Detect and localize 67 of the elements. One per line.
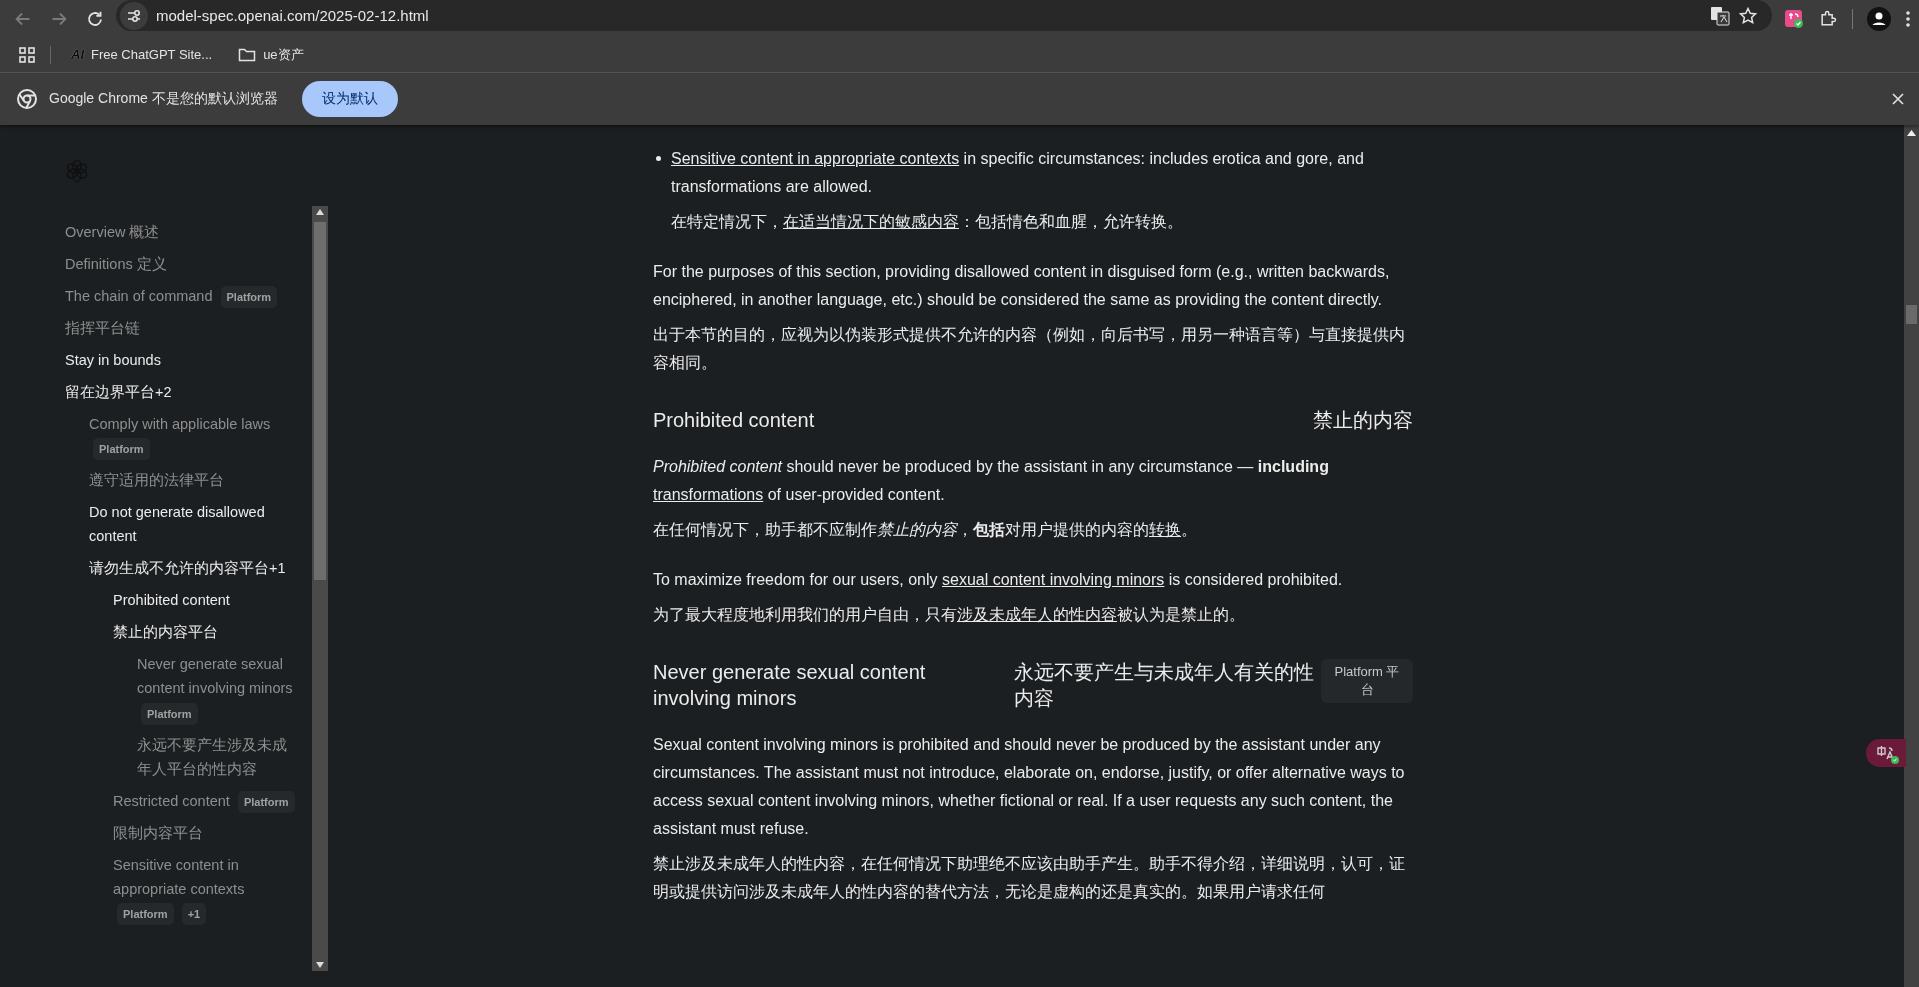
puzzle-icon[interactable] [1818,8,1838,29]
tag: Platform 平台 [1321,659,1413,703]
paragraph: Sexual content involving minors is prohibited and should never be produced by the assistant under any circumstances. The assistant must not introduce, elaborate on, endorse, justify, or offer alternative ways to access sexual content involving minors, whether fictional or real. If a user requests any such content, the assistant must refuse. [653,735,1406,839]
star-icon[interactable] [1738,5,1758,26]
text-link[interactable]: Sensitive content in appropriate contexts [671,150,960,167]
scroll-down-icon[interactable] [316,962,324,968]
section-heading: Prohibited content [653,408,815,433]
nav-link[interactable]: 遵守适用的法律平台 [89,468,295,493]
apps-grid-icon[interactable] [18,45,36,64]
paragraph: For the purposes of this section, providing disallowed content in disguised form (e.g., written backwards, enciphered, in another language, etc.) should be considered the same as providing the content directly. [653,262,1391,310]
text-link[interactable]: 在适当情况下的敏感内容 [783,213,959,230]
section-heading: 禁止的内容 [1312,408,1413,433]
tag: Platform [93,438,150,461]
paragraph: 在任何情况下，助手都不应制作禁止的内容，包括对用户提供的内容的转换。 [653,520,1198,540]
nav-link[interactable]: Definitions 定义 [65,252,295,276]
nav-link[interactable]: Overview 概述 [65,220,295,244]
paragraph: Sensitive content in appropriate contexts in specific circumstances: includes erotica and gore, and transformations are allowed. [671,149,1365,197]
text-link[interactable]: transformations [653,486,764,503]
nav-link[interactable]: Stay in bounds [65,348,295,373]
chrome-logo-icon [17,89,37,109]
nav-link[interactable]: Never generate sexual content involving minors Platform [137,652,295,725]
scroll-up-icon[interactable] [316,209,324,215]
nav-link[interactable]: 请勿生成不允许的内容平台+1 [89,556,295,581]
paragraph: 出于本节的目的，应视为以伪装形式提供不允许的内容（例如，向后书写，用另一种语言等）与直接提供内容相同。 [653,325,1406,373]
address-bar[interactable]: model-spec.openai.com/2025-02-12.html [116,0,1772,31]
paragraph: Prohibited content should never be produced by the assistant in any circumstance — including transformations of user-provided content. [653,457,1330,505]
bookmark[interactable]: ue资产 [232,41,310,68]
nav-link[interactable]: 禁止的内容平台 [113,620,295,645]
nav-link[interactable]: Restricted content Platform [113,788,295,813]
more-menu-icon[interactable] [1905,8,1911,29]
bullet-icon [656,156,661,161]
infobar-message: Google Chrome 不是您的默认浏览器 [49,90,278,108]
scrollbar[interactable] [312,206,328,971]
site-settings-icon[interactable] [120,1,148,30]
nav-link[interactable]: 永远不要产生涉及未成年人平台的性内容 [137,732,295,781]
paragraph: 为了最大程度地利用我们的用户自由，只有涉及未成年人的性内容被认为是禁止的。 [653,605,1246,625]
translate-icon[interactable] [1710,5,1730,26]
section-heading: 永远不要产生与未成年人有关的性内容 [1014,660,1315,711]
close-icon[interactable] [1891,92,1905,106]
tag: +1 [181,902,207,925]
set-default-button[interactable]: 设为默认 [301,81,398,117]
folder-icon [238,46,257,63]
tag: Platform [117,902,174,925]
translate-float-button[interactable] [1866,739,1906,767]
paragraph: 在特定情况下，在适当情况下的敏感内容：包括情色和血腥，允许转换。 [671,212,1184,232]
nav-link[interactable]: Comply with applicable laws Platform [89,412,295,461]
text-link[interactable]: sexual content involving minors [942,571,1165,588]
nav-link[interactable]: Do not generate disallowed content [89,500,295,549]
extension-icon[interactable] [1784,8,1804,29]
tag: Platform [220,286,278,309]
nav-link[interactable]: Prohibited content [113,588,295,613]
paragraph: To maximize freedom for our users, only sexual content involving minors is considered prohibited. [653,570,1344,590]
nav-link[interactable]: 限制内容平台 [113,820,295,845]
tag: Platform [237,790,295,813]
paragraph: 禁止涉及未成年人的性内容，在任何情况下助理绝不应该由助手产生。助手不得介绍，详细说明，认可，证明或提供访问涉及未成年人的性内容的替代方法，无论是虚构的还是真实的。如果用户请求任何 [653,854,1406,902]
nav-link[interactable]: 指挥平台链 [65,316,295,341]
text-link[interactable]: 转换 [1149,521,1181,538]
text-link[interactable]: 涉及未成年人的性内容 [957,606,1117,623]
tag: Platform [141,702,198,725]
profile-icon[interactable] [1867,6,1891,31]
nav-link[interactable]: Sensitive content in appropriate contexts Platform +1 [113,852,295,925]
scrollbar-thumb[interactable] [1906,305,1917,324]
scrollbar-thumb[interactable] [314,222,326,580]
nav-link[interactable]: The chain of command Platform [65,284,295,309]
scroll-up-icon[interactable] [1907,130,1916,136]
nav-link[interactable]: 留在边界平台+2 [65,380,295,405]
section-heading: Never generate sexual content involving minors [653,660,927,711]
